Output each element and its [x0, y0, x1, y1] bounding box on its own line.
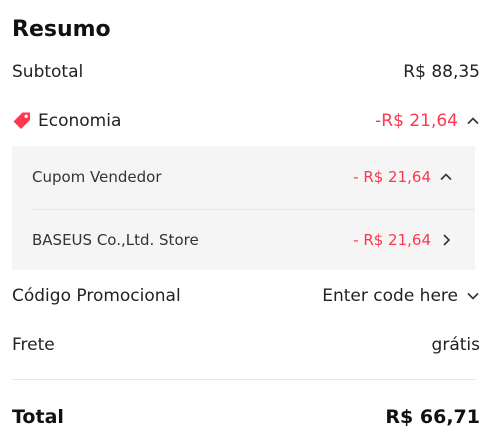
subtotal-value: R$ 88,35 [403, 62, 480, 82]
chevron-up-icon[interactable] [466, 114, 480, 128]
coupon-value: - R$ 21,64 [353, 168, 431, 186]
total-value: R$ 66,71 [385, 406, 480, 428]
chevron-up-icon[interactable] [439, 170, 453, 184]
savings-value-group: -R$ 21,64 [375, 111, 480, 131]
order-summary: Resumo Subtotal R$ 88,35 Economia -R$ 21… [0, 0, 500, 438]
savings-label: Economia [38, 111, 122, 131]
promo-code-row[interactable]: Código Promocional Enter code here [12, 286, 480, 306]
shipping-value: grátis [431, 335, 480, 355]
summary-title: Resumo [12, 17, 111, 42]
coupon-value-group: - R$ 21,64 [353, 168, 453, 186]
promo-code-placeholder[interactable]: Enter code here [322, 286, 458, 306]
savings-value: -R$ 21,64 [375, 111, 458, 131]
total-row: Total R$ 66,71 [12, 406, 480, 428]
subtotal-row: Subtotal R$ 88,35 [12, 62, 480, 82]
store-value: - R$ 21,64 [353, 231, 431, 249]
promo-code-label: Código Promocional [12, 286, 181, 306]
savings-breakdown: Cupom Vendedor - R$ 21,64 BASEUS Co.,Ltd… [12, 146, 475, 270]
shipping-label: Frete [12, 335, 55, 355]
store-discount-row[interactable]: BASEUS Co.,Ltd. Store - R$ 21,64 [32, 231, 453, 249]
chevron-right-icon[interactable] [439, 233, 453, 247]
coupon-label: Cupom Vendedor [32, 168, 162, 186]
total-label: Total [12, 406, 64, 428]
promo-code-field[interactable]: Enter code here [322, 286, 480, 306]
subtotal-label: Subtotal [12, 62, 84, 82]
total-divider [12, 379, 475, 380]
savings-label-group: Economia [12, 111, 121, 131]
store-label: BASEUS Co.,Ltd. Store [32, 231, 199, 249]
chevron-down-icon[interactable] [466, 289, 480, 303]
store-value-group: - R$ 21,64 [353, 231, 453, 249]
breakdown-divider [32, 209, 475, 210]
savings-row[interactable]: Economia -R$ 21,64 [12, 111, 480, 131]
tag-icon [13, 112, 30, 129]
shipping-row: Frete grátis [12, 335, 480, 355]
coupon-row[interactable]: Cupom Vendedor - R$ 21,64 [32, 168, 453, 186]
